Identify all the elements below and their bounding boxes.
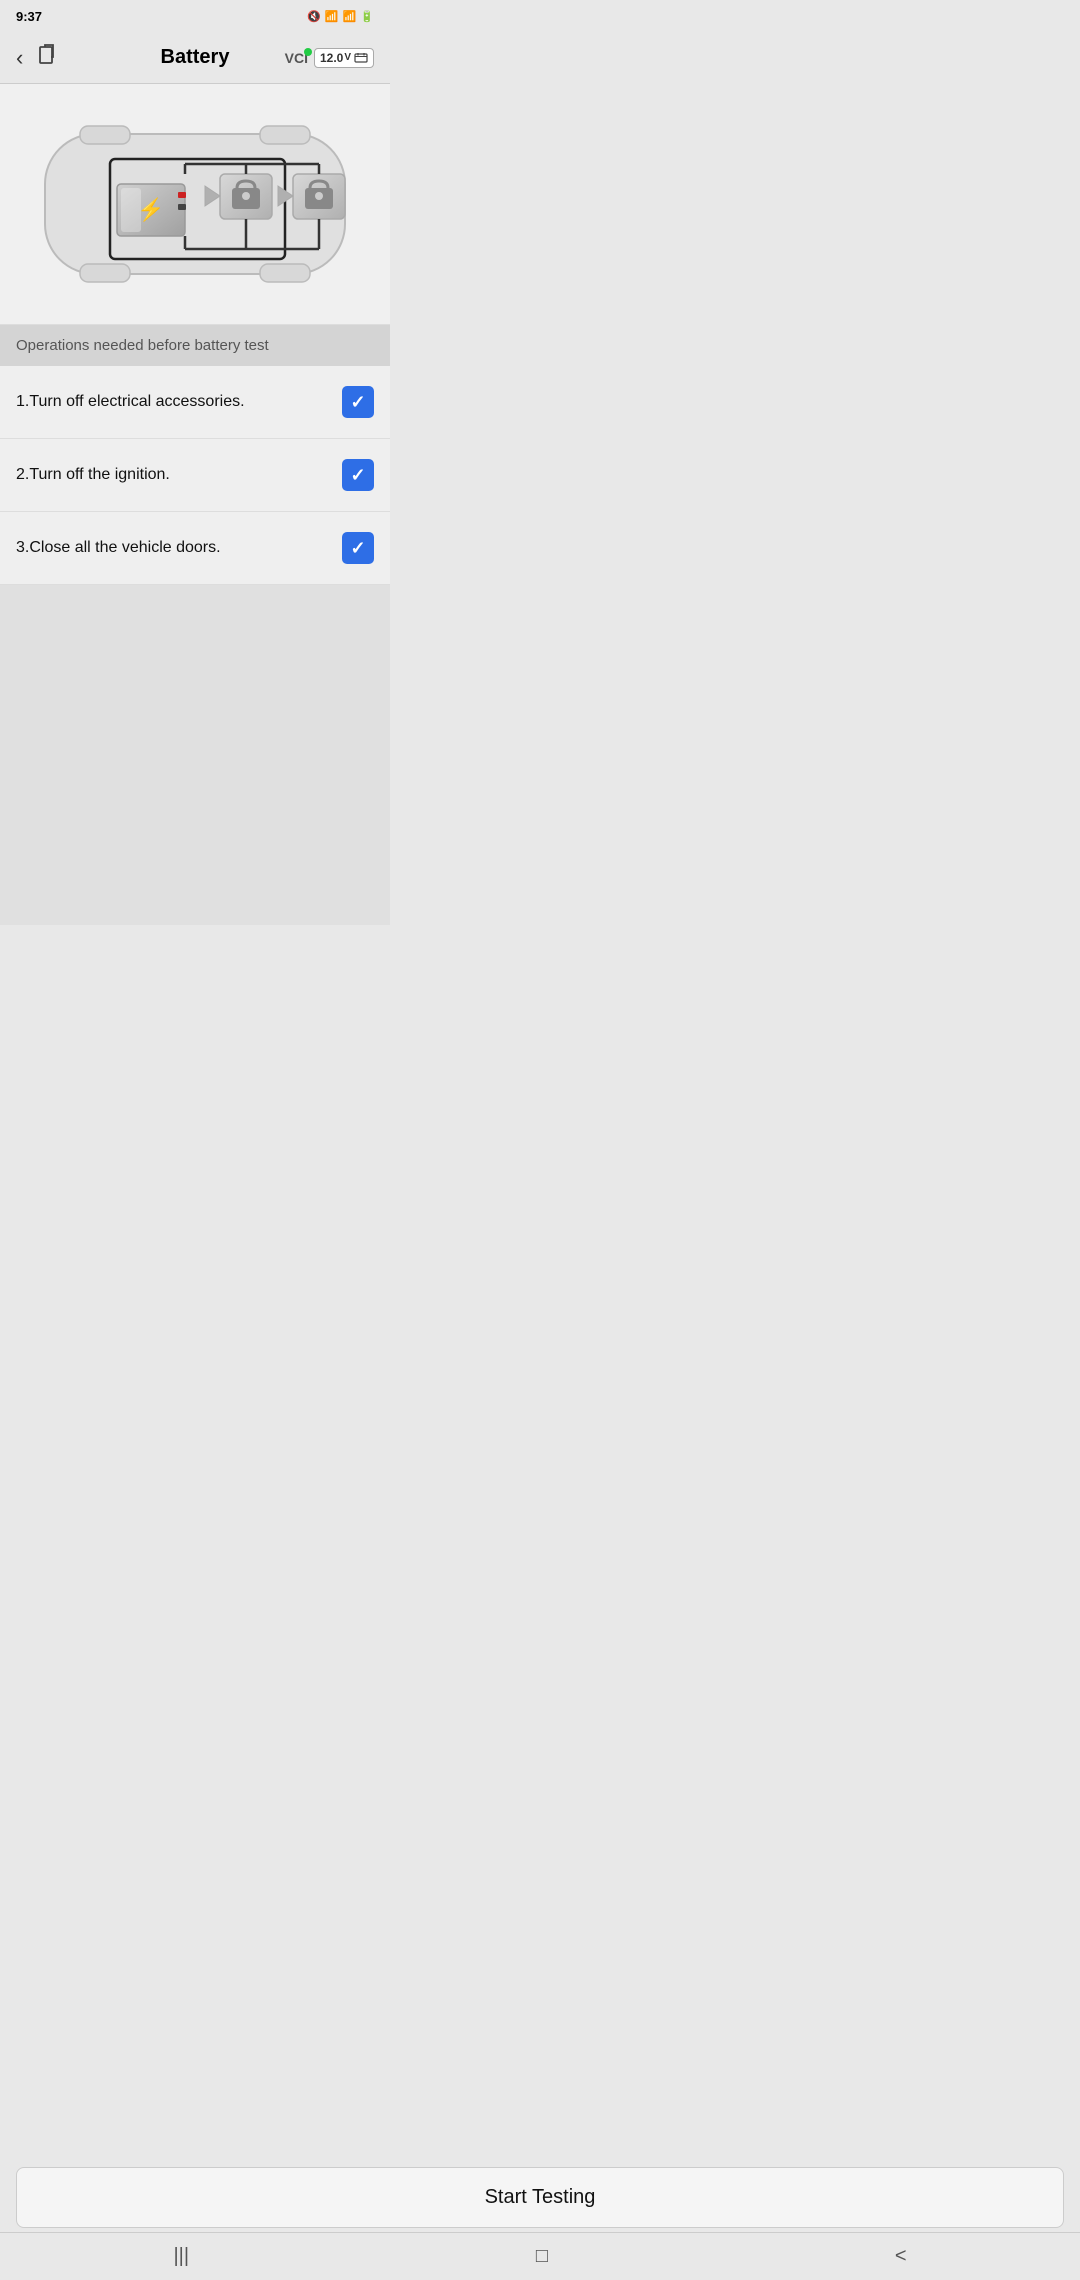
back-button[interactable]: ‹ [16, 45, 23, 71]
empty-area [0, 585, 390, 925]
status-bar: 9:37 🔇 📶 📶 🔋 [0, 0, 390, 32]
vci-label: VCI [285, 50, 308, 66]
vci-connected-dot [304, 48, 312, 56]
checkbox-2[interactable] [342, 459, 374, 491]
voltage-unit: V [344, 52, 351, 63]
status-icons: 🔇 📶 📶 🔋 [307, 10, 374, 23]
recent-apps-button[interactable]: ||| [153, 2237, 209, 2276]
nav-right: VCI 12.0 V [285, 48, 374, 68]
nav-left: ‹ [16, 44, 59, 72]
checklist-text-3: 3.Close all the vehicle doors. [16, 539, 342, 557]
home-button[interactable]: □ [516, 2237, 568, 2276]
system-back-button[interactable]: < [875, 2237, 927, 2276]
checklist-item-2: 2.Turn off the ignition. [0, 439, 390, 512]
checklist: 1.Turn off electrical accessories. 2.Tur… [0, 366, 390, 585]
bottom-nav: ||| □ < [0, 2232, 1080, 2280]
export-button[interactable] [37, 44, 59, 72]
page-title: Battery [161, 46, 230, 69]
checkbox-1[interactable] [342, 386, 374, 418]
checkbox-3[interactable] [342, 532, 374, 564]
checklist-item-1: 1.Turn off electrical accessories. [0, 366, 390, 439]
voltage-value: 12.0 [320, 51, 343, 65]
car-diagram: ⚡ [0, 84, 390, 325]
start-testing-button[interactable]: Start Testing [16, 2167, 1064, 2228]
operations-header-text: Operations needed before battery test [16, 337, 269, 354]
wifi-icon: 📶 [325, 10, 339, 23]
car-diagram-svg: ⚡ [25, 104, 365, 304]
checklist-item-3: 3.Close all the vehicle doors. [0, 512, 390, 585]
mute-icon: 🔇 [307, 10, 321, 23]
vci-badge: VCI [285, 50, 308, 66]
status-time: 9:37 [16, 9, 42, 24]
checklist-text-1: 1.Turn off electrical accessories. [16, 393, 342, 411]
operations-header: Operations needed before battery test [0, 325, 390, 366]
signal-icon: 📶 [343, 10, 357, 23]
voltage-badge: 12.0 V [314, 48, 374, 68]
svg-text:⚡: ⚡ [137, 197, 164, 223]
battery-icon: 🔋 [360, 10, 374, 23]
calendar-icon [354, 53, 368, 63]
nav-bar: ‹ Battery VCI 12.0 V [0, 32, 390, 84]
checklist-text-2: 2.Turn off the ignition. [16, 466, 342, 484]
